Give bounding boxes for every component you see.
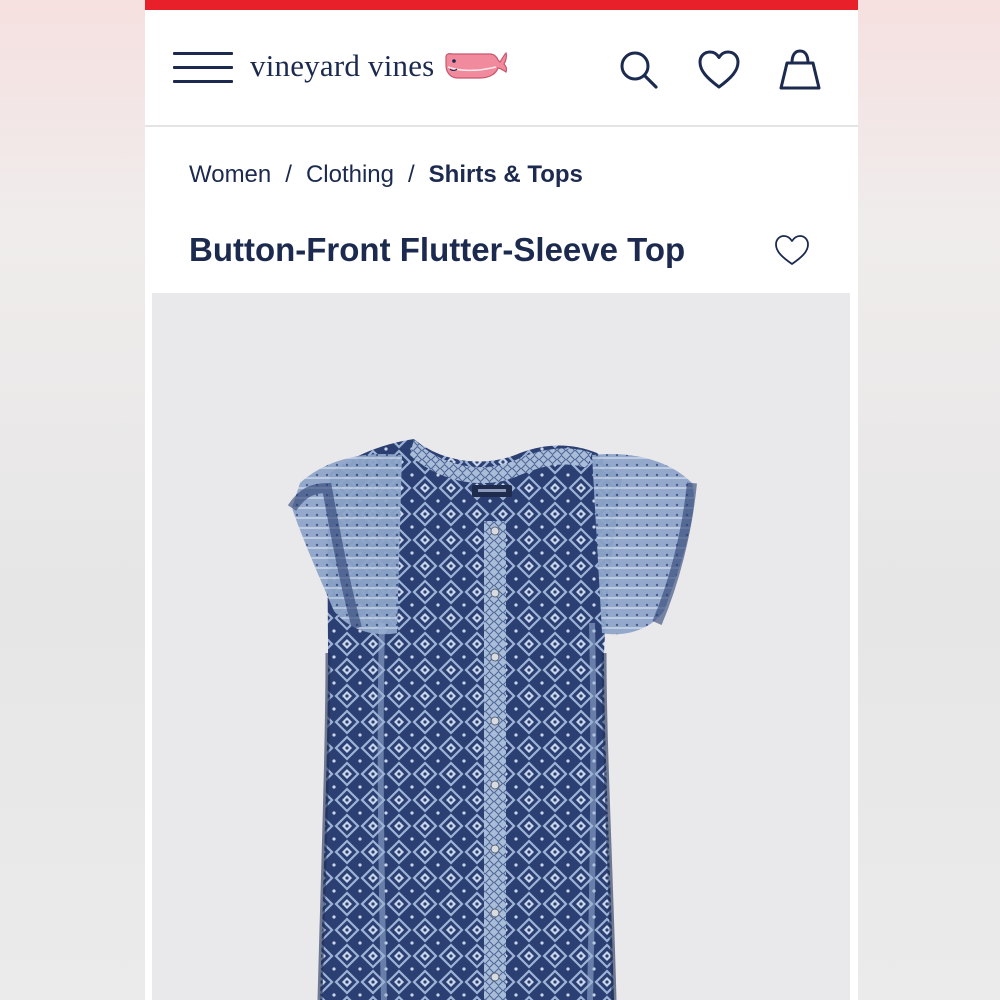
background-right xyxy=(855,0,1000,1000)
whale-icon xyxy=(445,51,508,79)
product-title-row: Button-Front Flutter-Sleeve Top xyxy=(189,225,829,275)
site-header: vineyard vines xyxy=(145,10,858,127)
search-icon[interactable] xyxy=(617,48,661,92)
heart-icon[interactable] xyxy=(697,48,741,92)
breadcrumb-separator: / xyxy=(285,161,292,188)
hamburger-menu-icon[interactable] xyxy=(173,50,233,86)
product-title: Button-Front Flutter-Sleeve Top xyxy=(189,231,686,268)
shopping-bag-icon[interactable] xyxy=(778,48,822,92)
mobile-page: vineyard vines Women / Clothing / Shirts… xyxy=(145,0,858,1000)
breadcrumb-current-shirts-tops[interactable]: Shirts & Tops xyxy=(429,161,583,189)
promo-bar xyxy=(145,0,858,10)
brand-name: vineyard vines xyxy=(250,48,435,83)
brand-logo[interactable]: vineyard vines xyxy=(250,46,508,86)
breadcrumb: Women / Clothing / Shirts & Tops xyxy=(189,158,583,192)
breadcrumb-separator: / xyxy=(408,161,415,188)
product-image-gallery[interactable] xyxy=(152,293,850,1000)
product-image xyxy=(287,439,697,1000)
breadcrumb-link-women[interactable]: Women xyxy=(189,161,271,189)
background-left xyxy=(0,0,145,1000)
breadcrumb-link-clothing[interactable]: Clothing xyxy=(306,161,394,189)
add-to-wishlist-heart-icon[interactable] xyxy=(774,233,810,267)
